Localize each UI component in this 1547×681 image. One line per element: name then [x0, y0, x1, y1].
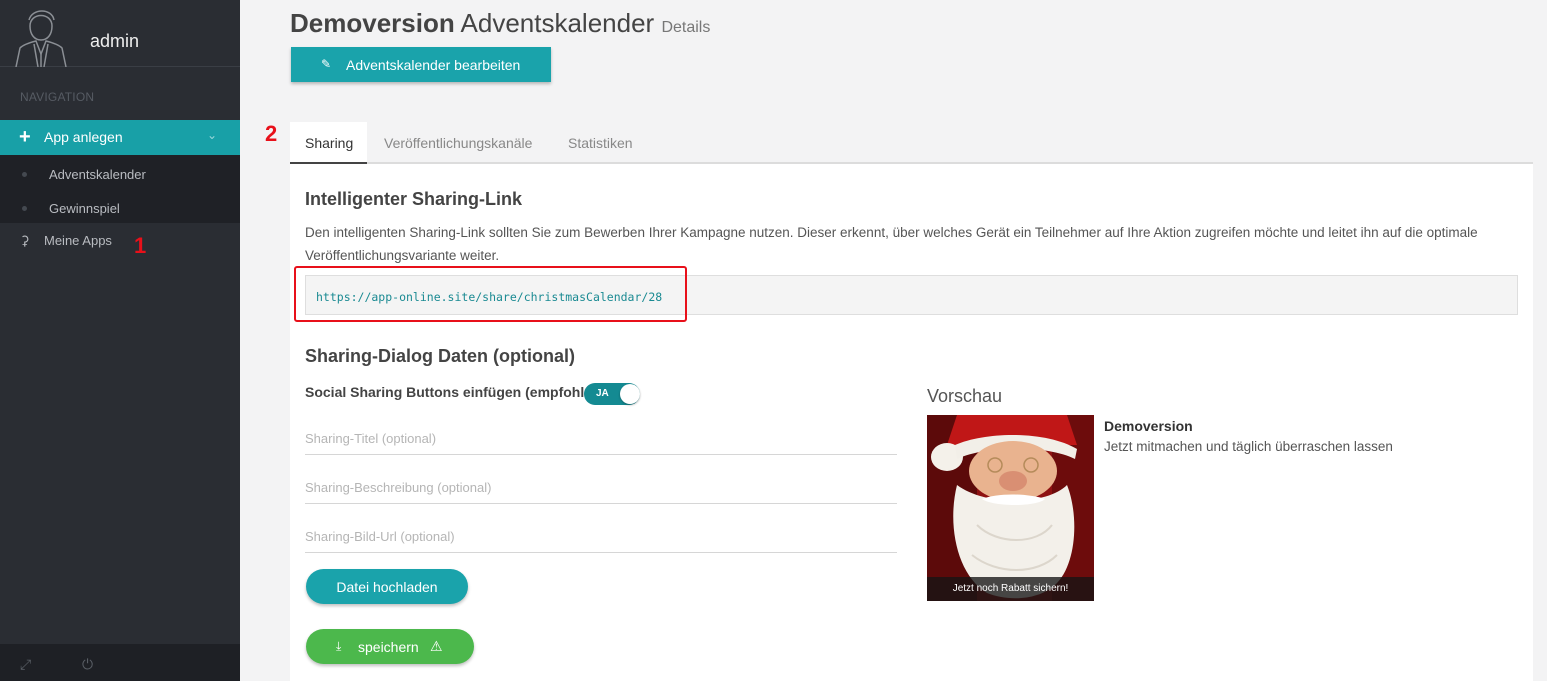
sharing-title-input[interactable] — [305, 423, 897, 455]
tab-sharing[interactable]: Sharing — [290, 122, 367, 164]
annotation-highlight-box — [294, 266, 687, 322]
santa-illustration — [927, 415, 1094, 601]
tab-label: Veröffentlichungskanäle — [384, 135, 533, 151]
edit-calendar-button-label: Adventskalender bearbeiten — [346, 57, 521, 73]
save-button-label: speichern — [358, 639, 419, 655]
page-title-details: Details — [661, 19, 711, 36]
preview-title: Demoversion — [1104, 418, 1193, 434]
avatar[interactable] — [12, 4, 70, 67]
tab-bar: Sharing Veröffentlichungskanäle Statisti… — [290, 122, 1533, 164]
tab-statistiken[interactable]: Statistiken — [554, 122, 644, 164]
sharing-dialog-heading: Sharing-Dialog Daten (optional) — [305, 346, 575, 366]
bullet-icon — [22, 172, 27, 177]
nav-heading: NAVIGATION — [20, 90, 95, 104]
profile-area: admin — [0, 0, 240, 67]
bullet-icon — [22, 206, 27, 211]
save-button[interactable]: ⤓ speichern ⚠ — [306, 629, 474, 664]
sidebar-subitem-adventskalender[interactable]: Adventskalender — [0, 157, 240, 191]
sharing-link-heading: Intelligenter Sharing-Link — [305, 189, 523, 209]
sidebar-subitem-gewinnspiel[interactable]: Gewinnspiel — [0, 191, 240, 225]
toggle-knob — [620, 384, 640, 404]
tab-label: Sharing — [305, 135, 354, 151]
chevron-down-icon: ⌄ — [207, 128, 218, 142]
preview-heading: Vorschau — [927, 386, 1003, 406]
sidebar-item-app-anlegen[interactable]: + App anlegen ⌄ — [0, 120, 240, 155]
page-title-bold: Demoversion — [290, 8, 455, 38]
preview-image: Jetzt noch Rabatt sichern! — [927, 415, 1094, 601]
sidebar-item-label: Meine Apps — [44, 233, 112, 248]
download-icon: ⤓ — [336, 639, 342, 653]
sidebar-footer: ⤢ ⏻ — [0, 644, 240, 681]
social-buttons-toggle[interactable]: JA — [584, 383, 640, 405]
toggle-state-label: JA — [596, 388, 609, 399]
annotation-marker-2: 2 — [265, 121, 278, 146]
page-title-rest: Adventskalender — [460, 8, 655, 38]
edit-icon: ✎ — [321, 57, 332, 71]
sidebar-subitem-label: Adventskalender — [49, 167, 146, 182]
sidebar-item-meine-apps[interactable]: ⚳ Meine Apps — [0, 224, 240, 258]
username[interactable]: admin — [90, 31, 139, 52]
sharing-link-description: Den intelligenten Sharing-Link sollten S… — [305, 225, 1478, 263]
sidebar-item-label: App anlegen — [44, 129, 123, 145]
tab-veroeffentlichungskanaele[interactable]: Veröffentlichungskanäle — [370, 122, 540, 164]
sharing-image-url-input[interactable] — [305, 521, 897, 553]
edit-calendar-button[interactable]: ✎ Adventskalender bearbeiten — [291, 47, 551, 82]
annotation-marker-1: 1 — [134, 233, 147, 258]
tag-icon: ⚳ — [20, 233, 30, 248]
submenu: Adventskalender Gewinnspiel — [0, 155, 240, 223]
page-title: Demoversion Adventskalender Details — [290, 8, 710, 39]
sidebar-subitem-label: Gewinnspiel — [49, 201, 120, 216]
warning-icon: ⚠ — [430, 638, 443, 654]
plus-icon: + — [19, 126, 31, 148]
upload-file-button[interactable]: Datei hochladen — [306, 569, 468, 604]
sidebar: admin NAVIGATION + App anlegen ⌄ Advents… — [0, 0, 240, 681]
sharing-description-input[interactable] — [305, 472, 897, 504]
fullscreen-icon[interactable]: ⤢ — [20, 656, 31, 673]
tab-label: Statistiken — [568, 135, 633, 151]
power-icon[interactable]: ⏻ — [82, 656, 93, 673]
preview-description: Jetzt mitmachen und täglich überraschen … — [1104, 439, 1393, 454]
social-buttons-label: Social Sharing Buttons einfügen (empfohl… — [305, 384, 606, 400]
preview-image-caption: Jetzt noch Rabatt sichern! — [927, 577, 1094, 601]
